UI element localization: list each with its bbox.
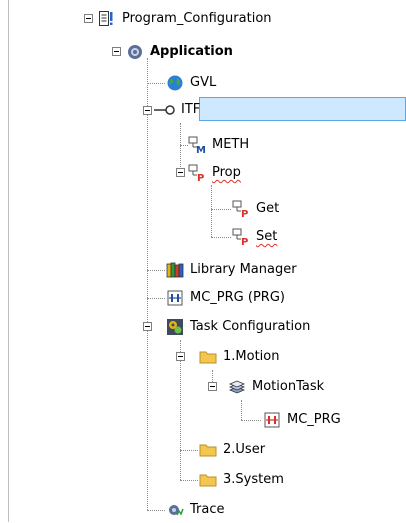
folder-icon: [199, 441, 217, 459]
property-accessor-icon: P: [232, 200, 250, 220]
collapse-application-icon[interactable]: [112, 47, 121, 56]
property-icon: P: [188, 164, 206, 184]
svg-text:P: P: [241, 237, 248, 246]
tree-item-label: Trace: [190, 502, 225, 517]
interface-icon: [153, 101, 175, 119]
application-gear-icon: [126, 43, 144, 61]
tree-guide: [180, 145, 188, 146]
tree-item-label: Program_Configuration: [122, 11, 272, 26]
tree-item-set[interactable]: P Set: [232, 226, 277, 248]
tree-item-label: Application: [150, 44, 233, 59]
project-tree[interactable]: Program_Configuration Application GVL IT…: [0, 0, 406, 522]
tree-item-label: 1.Motion: [223, 349, 280, 364]
tree-guide-motiontask: [241, 400, 242, 420]
tree-item-label: Get: [256, 201, 280, 216]
tree-item-task-configuration[interactable]: Task Configuration: [166, 316, 310, 338]
collapse-prop-icon[interactable]: [176, 168, 185, 177]
tree-guide-application: [147, 58, 148, 510]
folder-icon: [199, 348, 217, 366]
tree-item-gvl[interactable]: GVL: [166, 72, 216, 94]
tree-guide-itf: [180, 123, 181, 173]
tree-item-system-folder[interactable]: 3.System: [199, 469, 284, 491]
svg-text:M: M: [196, 145, 206, 154]
tree-guide: [211, 209, 231, 210]
tree-guide: [147, 510, 165, 511]
tree-item-label: Set: [256, 229, 278, 244]
collapse-motion-folder-icon[interactable]: [176, 352, 185, 361]
tree-item-library-manager[interactable]: Library Manager: [166, 259, 297, 281]
program-call-icon: [263, 411, 281, 429]
tree-item-mc-prg[interactable]: MC_PRG (PRG): [166, 287, 285, 309]
tree-item-label: 2.User: [223, 442, 266, 457]
tree-item-motion-task[interactable]: MotionTask: [228, 376, 324, 398]
tree-guide: [147, 270, 165, 271]
tree-item-mc-prg-call[interactable]: MC_PRG: [263, 409, 341, 431]
globe-icon: [166, 74, 184, 92]
svg-text:P: P: [197, 173, 204, 182]
collapse-program-configuration-icon[interactable]: [84, 14, 93, 23]
collapse-itf-icon[interactable]: [143, 106, 152, 115]
task-icon: [228, 378, 246, 396]
tree-item-itf[interactable]: ITF: [153, 99, 200, 121]
tree-guide-tasks: [180, 340, 181, 480]
collapse-motion-task-icon[interactable]: [208, 382, 217, 391]
tree-item-label: MC_PRG: [287, 412, 341, 427]
tree-item-motion-folder[interactable]: 1.Motion: [199, 346, 279, 368]
folder-icon: [199, 471, 217, 489]
library-books-icon: [166, 261, 184, 279]
tree-item-label: ITF: [181, 102, 201, 117]
tree-guide: [147, 83, 165, 84]
tree-item-label: METH: [212, 137, 250, 152]
tree-item-prop[interactable]: P Prop: [188, 162, 241, 184]
tree-item-get[interactable]: P Get: [232, 198, 279, 220]
tree-item-label: Library Manager: [190, 262, 297, 277]
program-configuration-icon: [98, 10, 116, 28]
tree-item-label: MC_PRG (PRG): [190, 290, 285, 305]
method-icon: M: [188, 136, 206, 156]
tree-item-label: Prop: [212, 165, 241, 180]
tree-guide: [211, 237, 231, 238]
tree-item-meth[interactable]: M METH: [188, 134, 249, 156]
tree-item-user-folder[interactable]: 2.User: [199, 439, 265, 461]
tree-guide: [180, 480, 198, 481]
tree-guide: [180, 450, 198, 451]
task-configuration-icon: [166, 318, 184, 336]
tree-item-label: 3.System: [223, 472, 284, 487]
tree-item-trace[interactable]: Trace: [166, 499, 225, 521]
tree-guide: [147, 298, 165, 299]
program-pou-icon: [166, 289, 184, 307]
tree-item-application[interactable]: Application: [126, 41, 233, 63]
selection-highlight: [199, 97, 406, 121]
svg-text:P: P: [241, 209, 248, 218]
tree-guide-prop: [211, 185, 212, 237]
tree-item-program-configuration[interactable]: Program_Configuration: [98, 8, 272, 30]
tree-item-label: GVL: [190, 75, 217, 90]
tree-guide: [241, 420, 261, 421]
tree-item-label: Task Configuration: [190, 319, 311, 334]
trace-icon: [166, 501, 184, 519]
tree-item-label: MotionTask: [252, 379, 325, 394]
collapse-task-configuration-icon[interactable]: [143, 322, 152, 331]
property-accessor-icon: P: [232, 228, 250, 248]
